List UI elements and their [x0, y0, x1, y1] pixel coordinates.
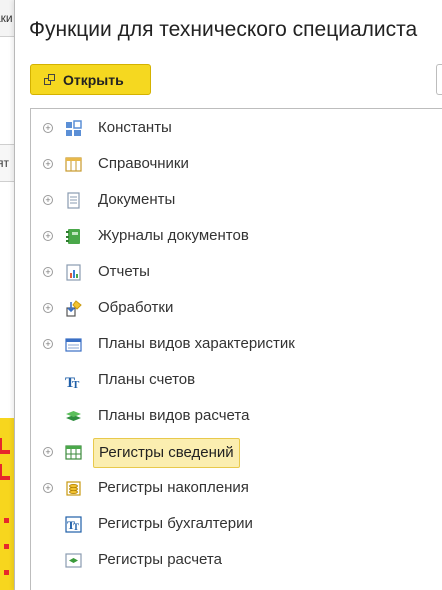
catalogs-icon: [65, 157, 82, 172]
information-registers-icon: [65, 445, 82, 460]
open-icon: [44, 73, 56, 86]
tree-item-information-registers[interactable]: + Регистры сведений: [31, 434, 442, 470]
tree-item-reports[interactable]: + Отчеты: [31, 254, 442, 290]
tree-item-data-processors[interactable]: + Обработки: [31, 290, 442, 326]
accounting-registers-icon: T T: [65, 516, 82, 533]
tree-item-label: Планы видов расчета: [98, 407, 250, 424]
expand-icon[interactable]: +: [43, 231, 53, 241]
expand-icon[interactable]: +: [43, 483, 53, 493]
tree-item-chart-of-accounts[interactable]: T T Планы счетов: [31, 362, 442, 398]
open-button[interactable]: Открыть: [30, 64, 151, 95]
expand-icon[interactable]: +: [43, 303, 53, 313]
tree-item-label: Регистры накопления: [98, 479, 249, 496]
tree-item-documents[interactable]: + Документы: [31, 182, 442, 218]
functions-tree[interactable]: + Константы + Справочники + Документы + …: [30, 108, 442, 590]
chart-of-accounts-icon: T T: [65, 375, 80, 389]
tree-item-label: Планы счетов: [98, 371, 196, 388]
reports-icon: [66, 264, 81, 281]
tree-item-label: Документы: [98, 191, 176, 208]
banner-glyph: [0, 438, 10, 454]
tree-item-label: Регистры расчета: [98, 551, 222, 568]
banner-glyph: [0, 464, 10, 480]
search-field[interactable]: [436, 64, 442, 95]
tree-item-label: Планы видов характеристик: [98, 335, 295, 352]
tree-item-partial[interactable]: [31, 578, 442, 590]
banner-dot: [4, 518, 9, 523]
expand-icon[interactable]: +: [43, 159, 53, 169]
tree-item-label: Регистры сведений: [93, 438, 240, 468]
tree-item-accumulation-registers[interactable]: + Регистры накопления: [31, 470, 442, 506]
calculation-registers-icon: [65, 553, 82, 568]
accumulation-registers-icon: [66, 481, 81, 496]
calculation-types-icon: [66, 411, 81, 421]
svg-text:T: T: [72, 379, 80, 389]
expand-icon[interactable]: +: [43, 267, 53, 277]
expand-icon[interactable]: +: [43, 123, 53, 133]
tree-item-calculation-registers[interactable]: Регистры расчета: [31, 542, 442, 578]
expand-icon[interactable]: +: [43, 195, 53, 205]
tree-item-label: Обработки: [98, 299, 174, 316]
tree-item-label: Отчеты: [98, 263, 150, 280]
tree-item-characteristic-types[interactable]: + Планы видов характеристик: [31, 326, 442, 362]
tree-item-calculation-types[interactable]: Планы видов расчета: [31, 398, 442, 434]
expand-icon[interactable]: +: [43, 339, 53, 349]
tree-item-label: Константы: [98, 119, 172, 136]
background-tab[interactable]: ят: [0, 144, 14, 182]
tree-item-accounting-registers[interactable]: T T Регистры бухгалтерии: [31, 506, 442, 542]
background-tab[interactable]: аки: [0, 0, 14, 37]
documents-icon: [67, 192, 80, 209]
data-processors-icon: [66, 300, 82, 317]
tree-item-label: Регистры бухгалтерии: [98, 515, 253, 532]
functions-dialog: Функции для технического специалиста Отк…: [14, 0, 442, 590]
background-banner: [0, 418, 14, 590]
banner-dot: [4, 570, 9, 575]
banner-dot: [4, 544, 9, 549]
open-button-label: Открыть: [63, 71, 124, 88]
tree-item-document-journals[interactable]: + Журналы документов: [31, 218, 442, 254]
constants-icon: [66, 120, 82, 136]
expand-icon[interactable]: +: [43, 447, 53, 457]
tree-item-catalogs[interactable]: + Справочники: [31, 146, 442, 182]
dialog-title: Функции для технического специалиста: [29, 18, 418, 41]
tree-item-constants[interactable]: + Константы: [31, 110, 442, 146]
tree-item-label: Журналы документов: [98, 227, 249, 244]
document-journals-icon: [66, 229, 80, 244]
tree-item-label: Справочники: [98, 155, 189, 172]
characteristic-types-icon: [65, 338, 82, 352]
svg-text:T: T: [73, 522, 79, 532]
